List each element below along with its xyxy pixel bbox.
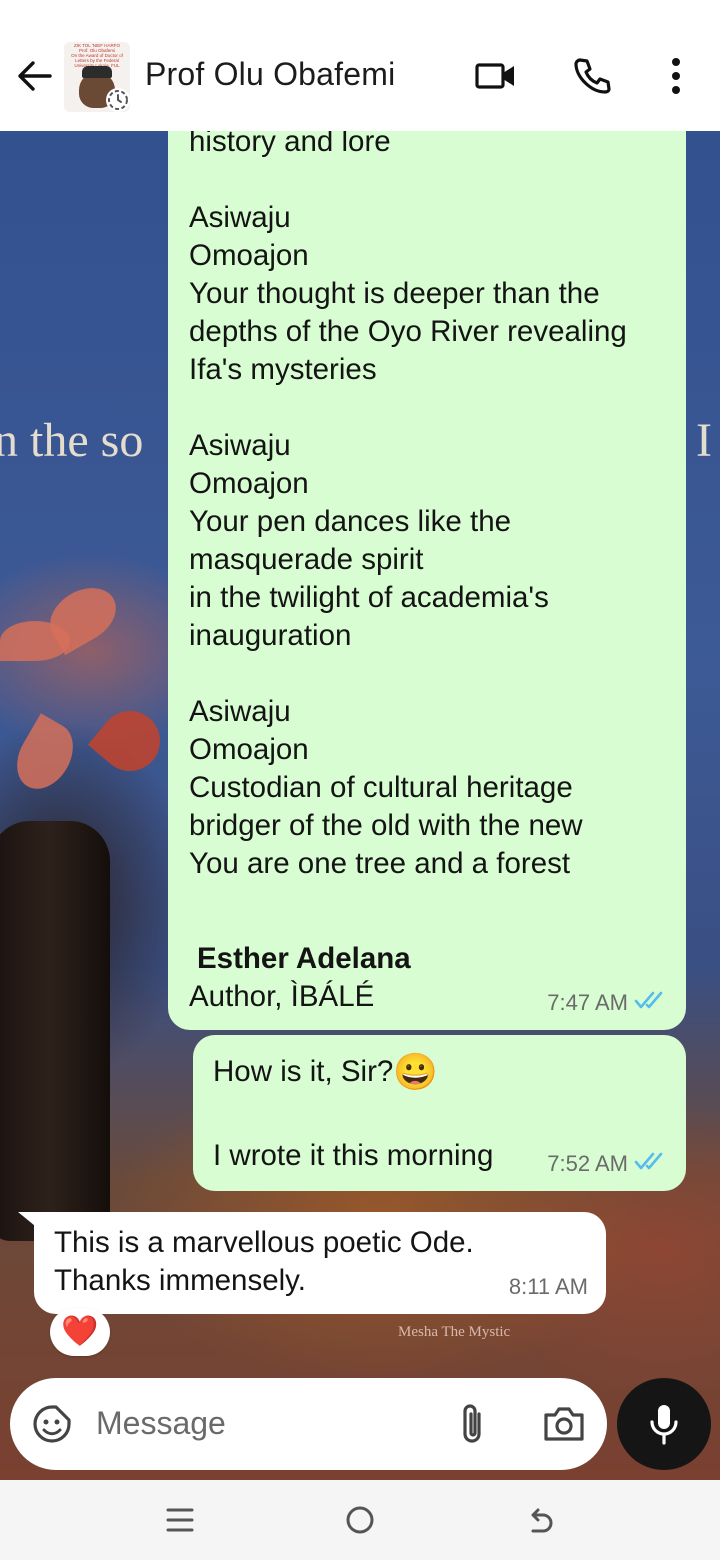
status-update-icon bbox=[106, 88, 130, 112]
phone-call-icon[interactable] bbox=[568, 52, 616, 100]
attach-icon[interactable] bbox=[448, 1400, 496, 1448]
back-arrow-icon[interactable] bbox=[12, 54, 56, 98]
message-composer[interactable]: Message bbox=[10, 1378, 607, 1470]
message-meta: 7:52 AM bbox=[547, 1145, 668, 1183]
recent-apps-icon[interactable] bbox=[156, 1498, 204, 1542]
message-time: 8:11 AM bbox=[508, 1274, 588, 1299]
more-options-icon[interactable] bbox=[652, 52, 700, 100]
chat-area[interactable]: n the so I Mesha The Mystic through the … bbox=[0, 131, 720, 1480]
mic-icon bbox=[650, 1405, 678, 1445]
bubble-tail bbox=[18, 1212, 40, 1230]
system-nav-bar bbox=[0, 1480, 720, 1560]
sticker-icon[interactable] bbox=[28, 1400, 76, 1448]
message-meta: 8:11 AM bbox=[509, 1268, 588, 1306]
mic-button[interactable] bbox=[617, 1378, 711, 1470]
message-time: 7:47 AM bbox=[547, 990, 628, 1015]
wallpaper-vase bbox=[0, 821, 110, 1241]
back-icon[interactable] bbox=[516, 1498, 564, 1542]
wallpaper-text: n the so bbox=[0, 414, 144, 467]
message-text: How is it, Sir? bbox=[213, 1055, 394, 1088]
read-receipt-icon bbox=[634, 1145, 668, 1183]
message-text: I wrote it this morning bbox=[213, 1139, 494, 1172]
contact-avatar[interactable]: ZIK TOL 'NIEF HARFO Prof. Olu Obafemi On… bbox=[64, 42, 130, 112]
contact-name[interactable]: Prof Olu Obafemi bbox=[145, 56, 395, 93]
message-bubble-incoming[interactable]: This is a marvellous poetic Ode. Thanks … bbox=[34, 1212, 606, 1314]
wallpaper-text: I bbox=[696, 414, 712, 467]
avatar-cap bbox=[82, 66, 112, 78]
grinning-face-emoji: 😀 bbox=[393, 1051, 439, 1092]
message-line: How is it, Sir? 😀 bbox=[213, 1052, 438, 1092]
heart-reaction-icon: ❤️ bbox=[61, 1315, 99, 1348]
message-author: Esther Adelana Author, ÌBÁLÉ bbox=[189, 940, 411, 1016]
avatar-caption: ZIK TOL 'NIEF HARFO Prof. Olu Obafemi On… bbox=[71, 43, 123, 68]
message-text: through the gentle waves of history and … bbox=[189, 131, 627, 880]
message-time: 7:52 AM bbox=[547, 1151, 628, 1176]
wallpaper-signature: Mesha The Mystic bbox=[398, 1324, 511, 1340]
wallpaper-flower bbox=[5, 713, 85, 799]
read-receipt-icon bbox=[634, 984, 668, 1022]
wallpaper-flower bbox=[87, 698, 173, 784]
author-name: Esther Adelana bbox=[197, 942, 411, 975]
message-meta: 7:47 AM bbox=[547, 984, 668, 1022]
message-input[interactable]: Message bbox=[96, 1405, 226, 1442]
reaction-badge[interactable]: ❤️ bbox=[50, 1308, 110, 1356]
message-bubble-outgoing[interactable]: through the gentle waves of history and … bbox=[168, 131, 686, 1030]
message-text: This is a marvellous poetic Ode. Thanks … bbox=[54, 1226, 474, 1297]
camera-icon[interactable] bbox=[540, 1400, 588, 1448]
message-bubble-outgoing[interactable]: How is it, Sir? 😀 I wrote it this mornin… bbox=[193, 1035, 686, 1191]
author-title: Author, ÌBÁLÉ bbox=[189, 980, 375, 1013]
home-icon[interactable] bbox=[336, 1498, 384, 1542]
video-call-icon[interactable] bbox=[472, 52, 520, 100]
chat-header: ZIK TOL 'NIEF HARFO Prof. Olu Obafemi On… bbox=[0, 0, 720, 131]
